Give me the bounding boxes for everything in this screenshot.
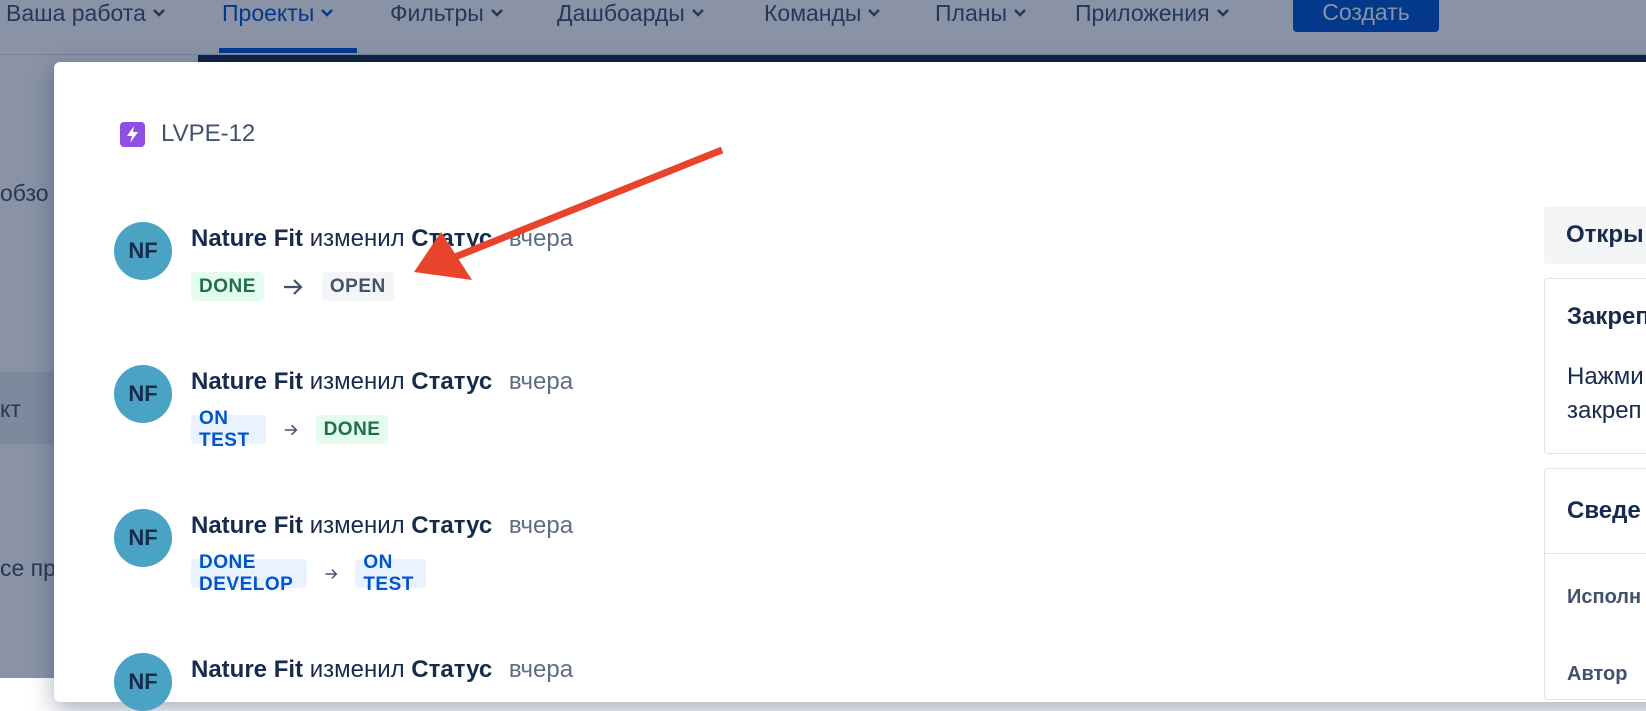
details-divider [1545, 553, 1646, 554]
assignee-label: Исполн [1567, 586, 1642, 608]
status-lozenge-to: OPEN [321, 272, 394, 301]
action-text: изменил [309, 368, 405, 395]
status-dropdown-button[interactable]: Откры [1544, 206, 1646, 264]
author-name[interactable]: Nature Fit [191, 225, 303, 252]
status-lozenge-from: DONE [191, 272, 264, 301]
avatar[interactable]: NF [114, 222, 172, 280]
timestamp: вчера [508, 512, 574, 539]
action-text: изменил [309, 656, 405, 683]
arrow-right-icon [325, 568, 338, 579]
field-name: Статус [411, 225, 493, 252]
field-name: Статус [411, 656, 493, 683]
issue-key-row: LVPE-12 [120, 120, 255, 148]
history-entry-text: Nature Fit изменил Статус вчера [191, 653, 573, 687]
pinned-fields-hint-line1: Нажми [1567, 363, 1644, 390]
details-panel: Сведе Исполн Автор [1544, 468, 1646, 700]
author-name[interactable]: Nature Fit [191, 368, 303, 395]
reporter-label: Автор [1567, 663, 1628, 685]
issue-key-link[interactable]: LVPE-12 [161, 120, 255, 148]
details-title[interactable]: Сведе [1567, 497, 1641, 525]
avatar[interactable]: NF [114, 365, 172, 423]
timestamp: вчера [508, 368, 574, 395]
author-name[interactable]: Nature Fit [191, 512, 303, 539]
author-name[interactable]: Nature Fit [191, 656, 303, 683]
timestamp: вчера [508, 225, 574, 252]
action-text: изменил [309, 512, 405, 539]
status-transition: ON TEST DONE [191, 408, 389, 451]
status-transition: DONE OPEN [191, 272, 394, 301]
history-entry-text: Nature Fit изменил Статус вчера [191, 365, 573, 399]
lightning-icon [120, 121, 145, 147]
arrow-right-icon [283, 278, 303, 295]
history-entry-text: Nature Fit изменил Статус вчера [191, 509, 573, 543]
arrow-right-icon [284, 424, 298, 435]
status-lozenge-from: ON TEST [191, 408, 266, 451]
pinned-fields-title: Закреп [1567, 303, 1646, 330]
timestamp: вчера [508, 656, 574, 683]
avatar[interactable]: NF [114, 509, 172, 567]
status-lozenge-from: DONE DEVELOP [191, 552, 307, 595]
status-lozenge-to: ON TEST [355, 552, 426, 595]
pinned-fields-hint-line2: закреп [1567, 397, 1642, 424]
action-text: изменил [309, 225, 405, 252]
history-entry-text: Nature Fit изменил Статус вчера [191, 222, 573, 256]
status-transition: DONE DEVELOP ON TEST [191, 552, 426, 595]
field-name: Статус [411, 512, 493, 539]
field-name: Статус [411, 368, 493, 395]
status-lozenge-to: DONE [315, 415, 389, 444]
avatar[interactable]: NF [114, 653, 172, 711]
pinned-fields-panel: Закреп Нажми закреп [1544, 278, 1646, 454]
